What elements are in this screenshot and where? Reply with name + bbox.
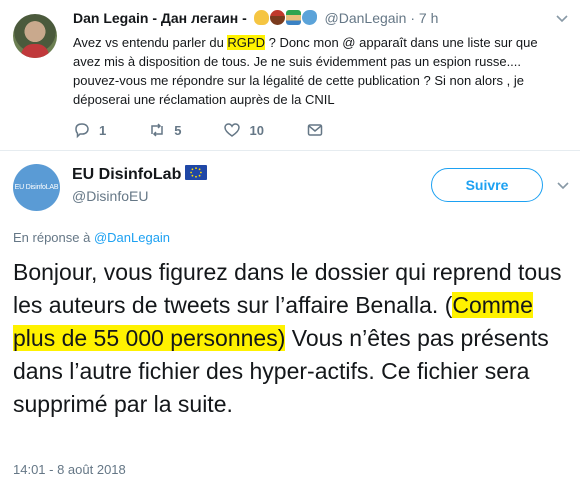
- reply-button[interactable]: 1: [73, 121, 106, 139]
- drum-icon: [269, 10, 285, 25]
- author-name[interactable]: Dan Legain - Дан легаин -: [73, 10, 247, 26]
- envelope-icon: [307, 124, 323, 136]
- highlighted-text: RGPD: [227, 35, 265, 50]
- reply-header: Dan Legain - Дан легаин - @DanLegain · 7…: [73, 10, 438, 28]
- divider: [0, 150, 580, 151]
- retweet-icon: [151, 123, 163, 137]
- author-name[interactable]: EU DisinfoLab: [72, 166, 181, 183]
- follow-button[interactable]: Suivre: [431, 168, 543, 202]
- eu-flag-icon: [185, 165, 208, 180]
- island-icon: [285, 10, 301, 25]
- chevron-down-icon[interactable]: [557, 179, 569, 193]
- emoji-group: [253, 10, 318, 28]
- author-name-row: EU DisinfoLab: [72, 165, 208, 184]
- avatar[interactable]: EU DisinfoLAB: [13, 164, 60, 211]
- retweet-button[interactable]: 5: [148, 121, 181, 139]
- chevron-down-icon[interactable]: [556, 12, 568, 26]
- author-handle[interactable]: @DanLegain: [325, 10, 407, 26]
- author-handle[interactable]: @DisinfoEU: [72, 188, 148, 204]
- reply-to-handle-link[interactable]: @DanLegain: [94, 230, 170, 245]
- tweet-time[interactable]: 7 h: [419, 10, 438, 26]
- reply-to-prefix: En réponse à: [13, 230, 94, 245]
- reply-count: 1: [99, 122, 107, 138]
- message-button[interactable]: [306, 121, 324, 139]
- tweet-text-part: Avez vs entendu parler du: [73, 35, 228, 50]
- retweet-count: 5: [174, 122, 182, 138]
- tweet-text: Avez vs entendu parler du RGPD ? Donc mo…: [73, 33, 563, 109]
- like-button[interactable]: 10: [223, 121, 264, 139]
- avatar[interactable]: [13, 14, 57, 58]
- separator: ·: [410, 10, 416, 26]
- reply-tweet: Dan Legain - Дан легаин - @DanLegain · 7…: [0, 0, 580, 150]
- reply-context: En réponse à @DanLegain: [13, 230, 170, 245]
- flexed-bicep-icon: [253, 10, 269, 25]
- tweet-text: Bonjour, vous figurez dans le dossier qu…: [13, 256, 568, 421]
- heart-icon: [224, 123, 241, 137]
- reply-icon: [75, 123, 89, 139]
- whale-icon: [301, 10, 317, 25]
- like-count: 10: [249, 122, 264, 138]
- avatar-logo-text: EU DisinfoLAB: [14, 184, 59, 191]
- action-bar: 1 5 10: [73, 121, 366, 139]
- tweet-timestamp[interactable]: 14:01 - 8 août 2018: [13, 462, 126, 477]
